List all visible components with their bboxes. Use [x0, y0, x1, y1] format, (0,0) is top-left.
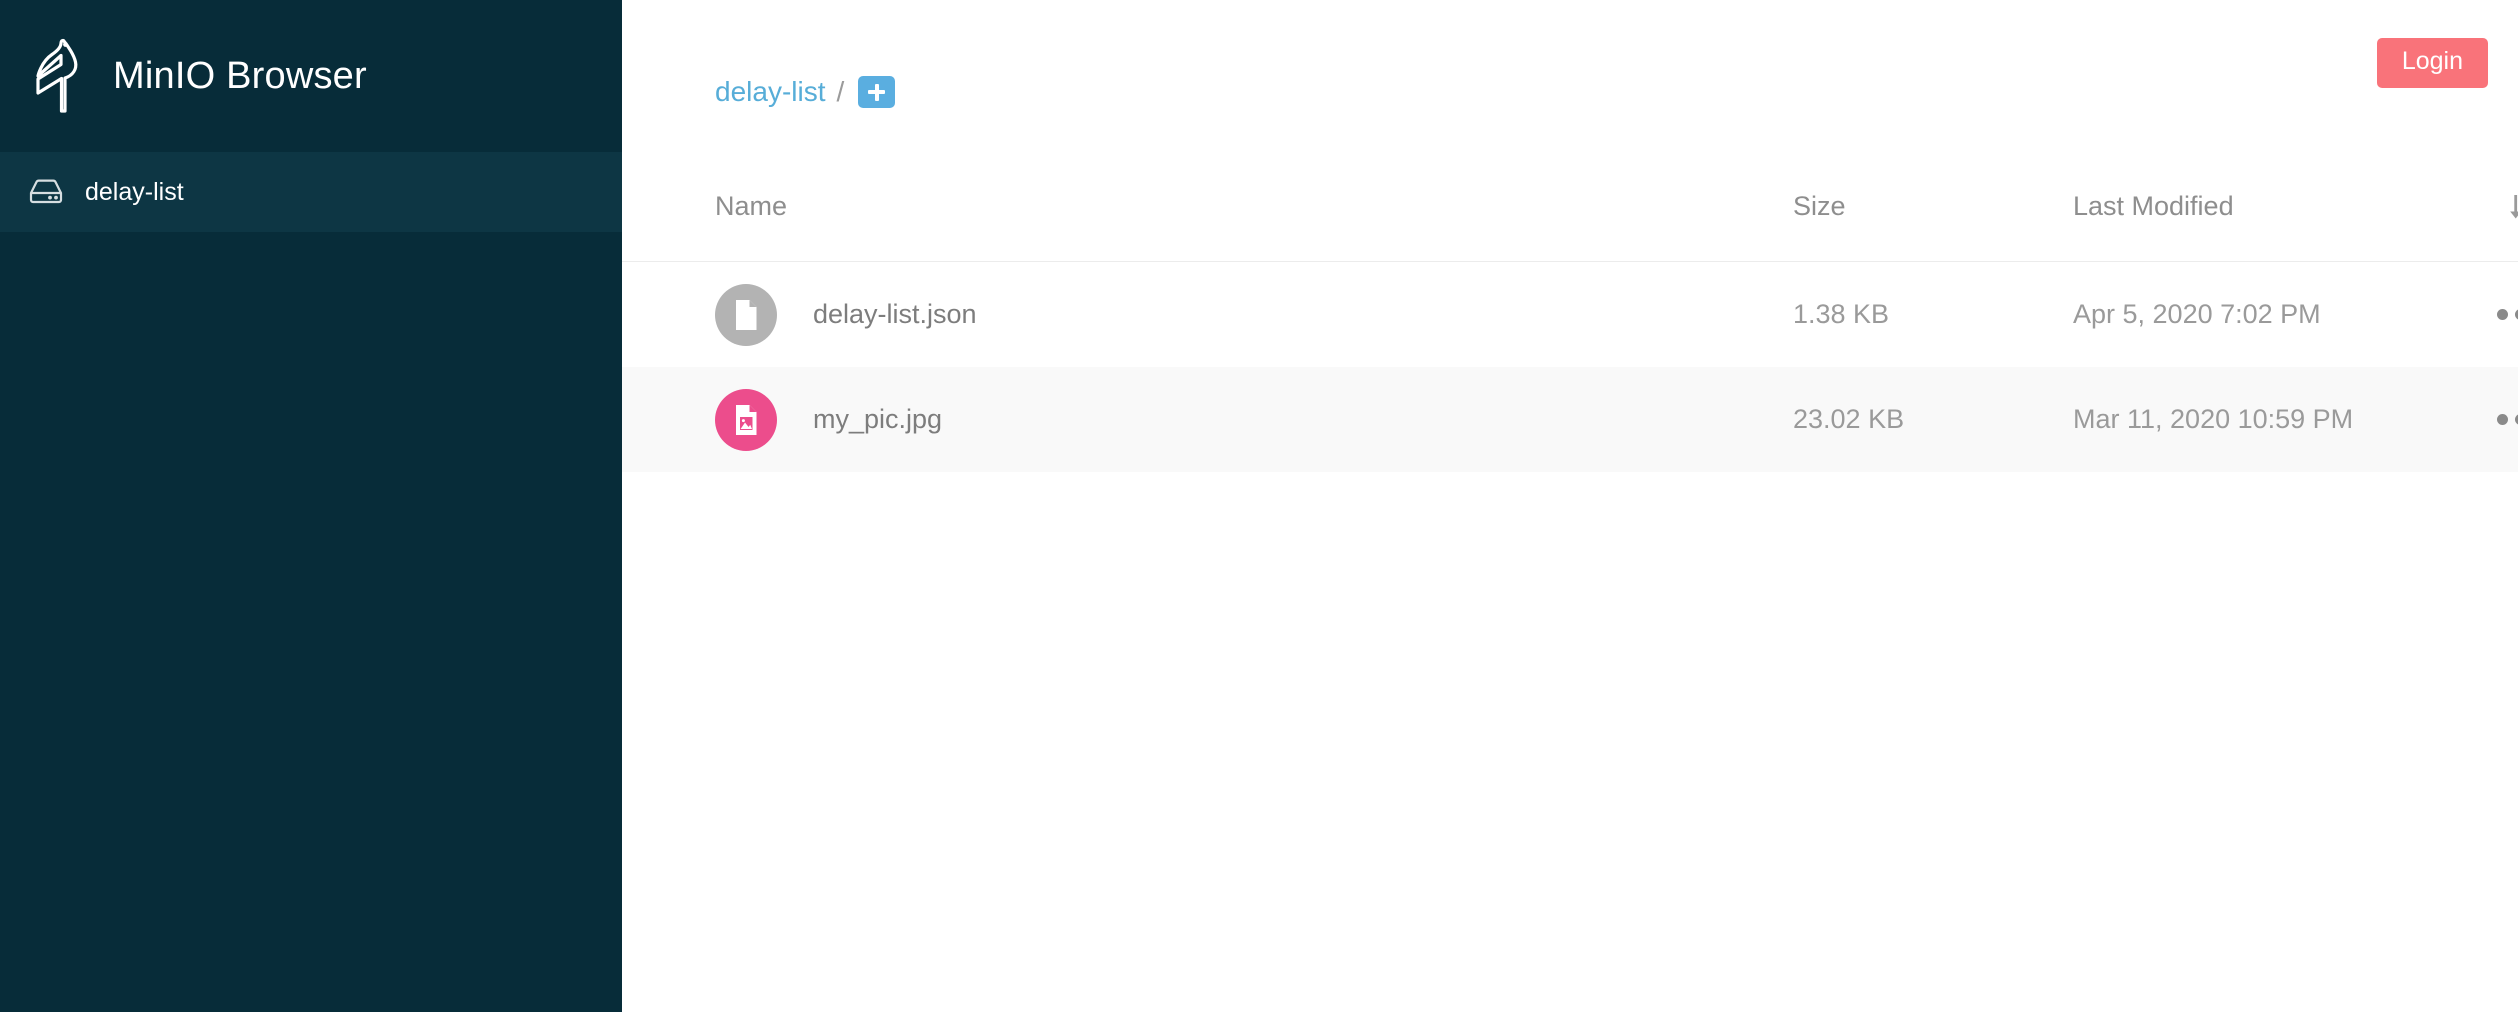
login-button[interactable]: Login	[2376, 38, 2488, 88]
file-document-icon	[715, 283, 777, 346]
main-content: delay-list / Login Name Size Last Modifi…	[622, 0, 2518, 1012]
cell-last-modified: Apr 5, 2020 7:02 PM	[2073, 299, 2321, 329]
cell-actions	[2473, 404, 2518, 435]
sidebar: MinIO Browser delay-list	[0, 0, 622, 1012]
file-table: Name Size Last Modified 9 1	[622, 152, 2518, 472]
dot	[2497, 309, 2508, 320]
folder-plus-icon[interactable]	[858, 76, 896, 108]
breadcrumb-bucket-link[interactable]: delay-list	[715, 76, 825, 108]
brand-header: MinIO Browser	[0, 0, 622, 152]
sort-numeric-down-icon[interactable]: 9 1	[2506, 190, 2518, 224]
sidebar-item-label: delay-list	[85, 177, 184, 206]
sort-control[interactable]: 9 1	[2473, 190, 2518, 224]
ellipsis-horizontal-icon[interactable]	[2491, 299, 2518, 330]
minio-browser-app: MinIO Browser delay-list delay-list / Lo…	[0, 0, 2518, 1012]
cell-last-modified: Mar 11, 2020 10:59 PM	[2073, 404, 2354, 434]
sidebar-item-delay-list[interactable]: delay-list	[0, 152, 622, 232]
file-name: my_pic.jpg	[813, 404, 943, 434]
cell-size: 1.38 KB	[1793, 299, 1890, 329]
cell-size: 23.02 KB	[1793, 404, 1905, 434]
table-header-row: Name Size Last Modified 9 1	[622, 152, 2518, 262]
breadcrumb-separator: /	[836, 76, 845, 107]
ellipsis-horizontal-icon[interactable]	[2491, 404, 2518, 435]
table-row[interactable]: delay-list.json 1.38 KB Apr 5, 2020 7:02…	[622, 262, 2518, 367]
table-row[interactable]: my_pic.jpg 23.02 KB Mar 11, 2020 10:59 P…	[622, 367, 2518, 472]
column-header-size[interactable]: Size	[1793, 191, 2073, 222]
topbar: delay-list / Login	[622, 0, 2518, 152]
hdd-icon	[28, 174, 64, 210]
cell-actions	[2473, 299, 2518, 330]
cell-name: delay-list.json	[715, 283, 1793, 346]
file-name: delay-list.json	[813, 299, 977, 329]
breadcrumb: delay-list /	[715, 72, 896, 112]
brand-title: MinIO Browser	[113, 54, 367, 97]
file-image-icon	[715, 388, 777, 451]
bucket-list: delay-list	[0, 152, 622, 232]
cell-name: my_pic.jpg	[715, 388, 1793, 451]
column-header-name[interactable]: Name	[715, 191, 1793, 222]
minio-stork-logo-icon	[30, 37, 84, 115]
dot	[2497, 414, 2508, 425]
column-header-last-modified[interactable]: Last Modified	[2073, 191, 2473, 222]
